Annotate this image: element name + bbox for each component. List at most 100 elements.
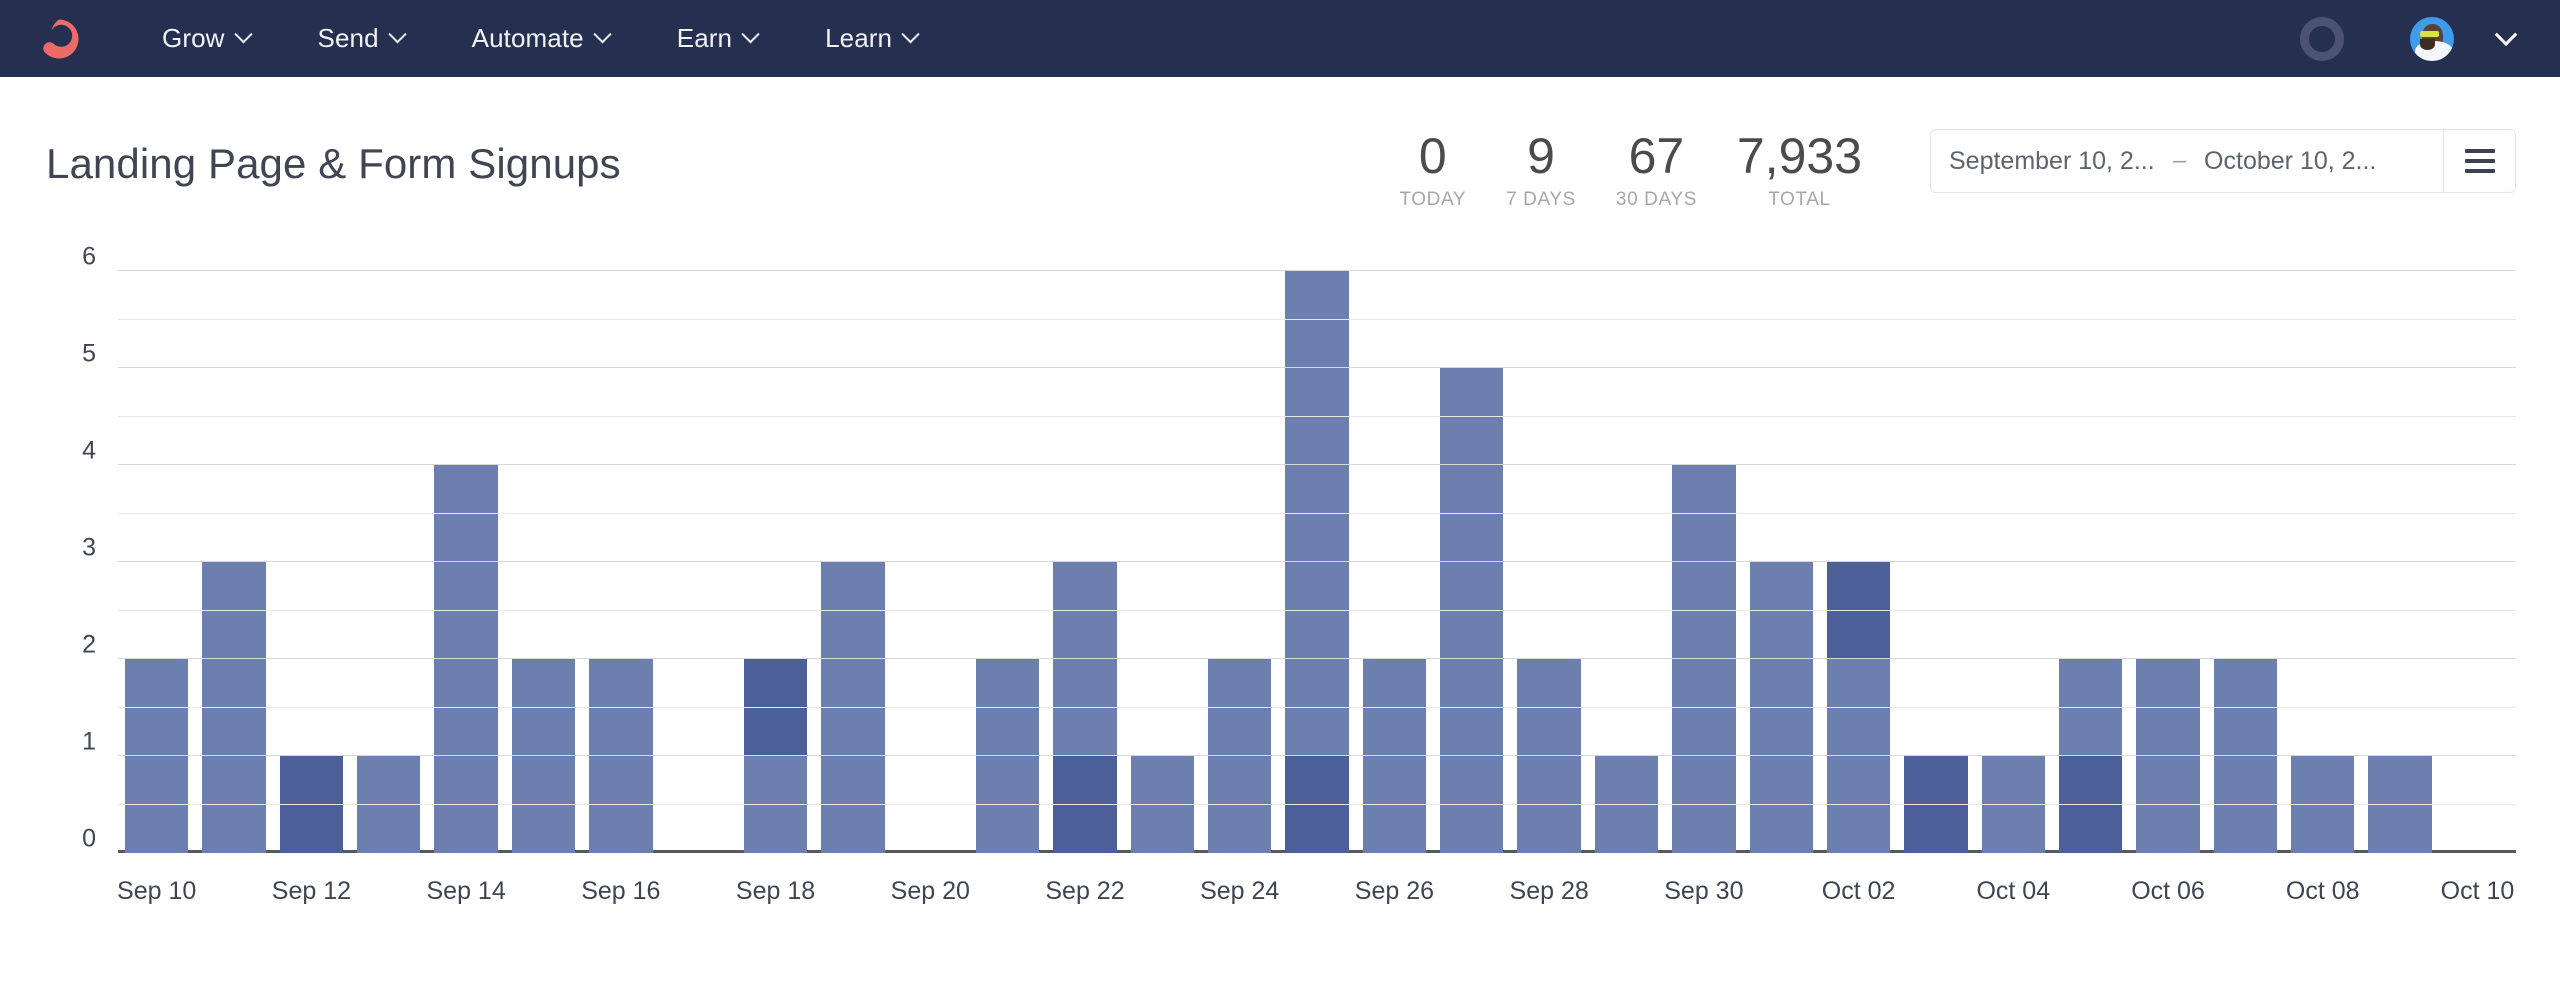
- bar-segment: [2291, 756, 2354, 853]
- avatar-beard: [2420, 39, 2435, 50]
- chart-bar[interactable]: Oct 10: [2439, 271, 2516, 853]
- bar-segment: [1827, 659, 1890, 853]
- date-range-picker[interactable]: September 10, 2... – October 10, 2...: [1931, 130, 2443, 192]
- gridline-minor: [118, 416, 2516, 417]
- nav-item-earn[interactable]: Earn: [643, 13, 791, 64]
- gridline-major: [118, 658, 2516, 659]
- chart-bar[interactable]: Sep 30: [1665, 271, 1742, 853]
- bar-segment: [1208, 659, 1271, 853]
- hamburger-menu-icon[interactable]: [2443, 130, 2515, 192]
- date-range-control: September 10, 2... – October 10, 2...: [1930, 129, 2516, 193]
- bar-segment: [744, 756, 807, 853]
- chart-bar[interactable]: [969, 271, 1046, 853]
- bar-stack: [1131, 271, 1194, 853]
- chart-plot-area: Sep 10 Sep 12 Sep 14 Sep 16 Sep 18 Sep 20 Sep …: [118, 271, 2516, 853]
- chart-bar[interactable]: Sep 12: [273, 271, 350, 853]
- chart-bar[interactable]: [505, 271, 582, 853]
- chart-bar[interactable]: [1897, 271, 1974, 853]
- bar-segment: [1750, 562, 1813, 853]
- bar-stack: [1440, 271, 1503, 853]
- chart-bar[interactable]: [1743, 271, 1820, 853]
- bar-segment: [1672, 465, 1735, 853]
- nav-item-grow[interactable]: Grow: [128, 13, 284, 64]
- chart-bar[interactable]: [195, 271, 272, 853]
- gridline-minor: [118, 513, 2516, 514]
- nav-item-earn-label: Earn: [677, 23, 732, 54]
- y-axis-tick-label: 6: [82, 243, 96, 272]
- chart-bar[interactable]: [660, 271, 737, 853]
- chart-bar[interactable]: [1433, 271, 1510, 853]
- bar-stack: [1672, 271, 1735, 853]
- chart-bar[interactable]: [2207, 271, 2284, 853]
- date-range-separator: –: [2167, 147, 2192, 175]
- page-title: Landing Page & Form Signups: [46, 129, 621, 185]
- chart-bar[interactable]: Sep 20: [892, 271, 969, 853]
- chart-bar[interactable]: Sep 18: [737, 271, 814, 853]
- bar-stack: [821, 271, 884, 853]
- chart-bar[interactable]: Sep 24: [1201, 271, 1278, 853]
- bar-stack: [1982, 271, 2045, 853]
- bar-segment: [2059, 756, 2122, 853]
- chart-bar[interactable]: Sep 14: [427, 271, 504, 853]
- chart-bar[interactable]: [2361, 271, 2438, 853]
- bar-stack: [744, 271, 807, 853]
- bar-segment: [1440, 368, 1503, 853]
- chart-bar[interactable]: Oct 04: [1975, 271, 2052, 853]
- chart-bar[interactable]: Oct 02: [1820, 271, 1897, 853]
- stat-today-label: TODAY: [1399, 189, 1466, 211]
- bar-stack: [434, 271, 497, 853]
- chart-bar[interactable]: [1278, 271, 1355, 853]
- chart-bar[interactable]: Sep 16: [582, 271, 659, 853]
- bar-stack: [976, 271, 1039, 853]
- bar-segment: [434, 465, 497, 853]
- y-axis-tick-label: 0: [82, 825, 96, 854]
- bar-stack: [1595, 271, 1658, 853]
- chart-bar[interactable]: Sep 26: [1356, 271, 1433, 853]
- page-header: Landing Page & Form Signups 0 TODAY 9 7 …: [0, 77, 2560, 205]
- stat-30-days-value: 67: [1629, 131, 1685, 182]
- user-avatar[interactable]: [2410, 17, 2454, 61]
- bar-stack: [280, 271, 343, 853]
- bar-segment: [2136, 659, 2199, 853]
- chart-bar[interactable]: [1588, 271, 1665, 853]
- circle-ring-icon[interactable]: [2300, 17, 2344, 61]
- chart-bar[interactable]: Sep 28: [1510, 271, 1587, 853]
- bar-stack: [667, 271, 730, 853]
- x-axis-tick-label: Sep 10: [117, 877, 196, 906]
- date-range-start[interactable]: September 10, 2...: [1949, 147, 2155, 176]
- gridline-major: [118, 367, 2516, 368]
- gridline-minor: [118, 319, 2516, 320]
- date-range-end[interactable]: October 10, 2...: [2204, 147, 2376, 176]
- x-axis-tick-label: Sep 14: [426, 877, 505, 906]
- bar-stack: [1517, 271, 1580, 853]
- chart-bar[interactable]: Sep 10: [118, 271, 195, 853]
- nav-item-automate[interactable]: Automate: [438, 13, 643, 64]
- convertkit-logo[interactable]: [36, 16, 82, 62]
- bar-segment: [1827, 562, 1890, 659]
- chart-bar[interactable]: Oct 06: [2129, 271, 2206, 853]
- nav-item-learn[interactable]: Learn: [791, 13, 951, 64]
- bar-stack: [125, 271, 188, 853]
- nav-right-cluster: [2300, 17, 2522, 61]
- stat-30-days: 67 30 DAYS: [1596, 131, 1717, 211]
- bar-segment: [512, 659, 575, 853]
- x-axis-tick-label: Sep 20: [891, 877, 970, 906]
- bar-segment: [2368, 756, 2431, 853]
- y-axis-tick-label: 4: [82, 437, 96, 466]
- chart-bar[interactable]: [350, 271, 427, 853]
- y-axis-tick-label: 5: [82, 340, 96, 369]
- chart-bars: Sep 10 Sep 12 Sep 14 Sep 16 Sep 18 Sep 20 Sep …: [118, 271, 2516, 853]
- chart-bar[interactable]: Oct 08: [2284, 271, 2361, 853]
- nav-item-send[interactable]: Send: [284, 13, 438, 64]
- y-axis-tick-label: 1: [82, 728, 96, 757]
- x-axis-tick-label: Sep 18: [736, 877, 815, 906]
- bar-segment: [2214, 659, 2277, 853]
- bar-segment: [1285, 756, 1348, 853]
- chart-bar[interactable]: [2052, 271, 2129, 853]
- bar-stack: [2291, 271, 2354, 853]
- chart-bar[interactable]: [814, 271, 891, 853]
- chart-bar[interactable]: Sep 22: [1046, 271, 1123, 853]
- account-chevron-down-icon[interactable]: [2495, 23, 2518, 46]
- chart-bar[interactable]: [1124, 271, 1201, 853]
- bar-stack: [1053, 271, 1116, 853]
